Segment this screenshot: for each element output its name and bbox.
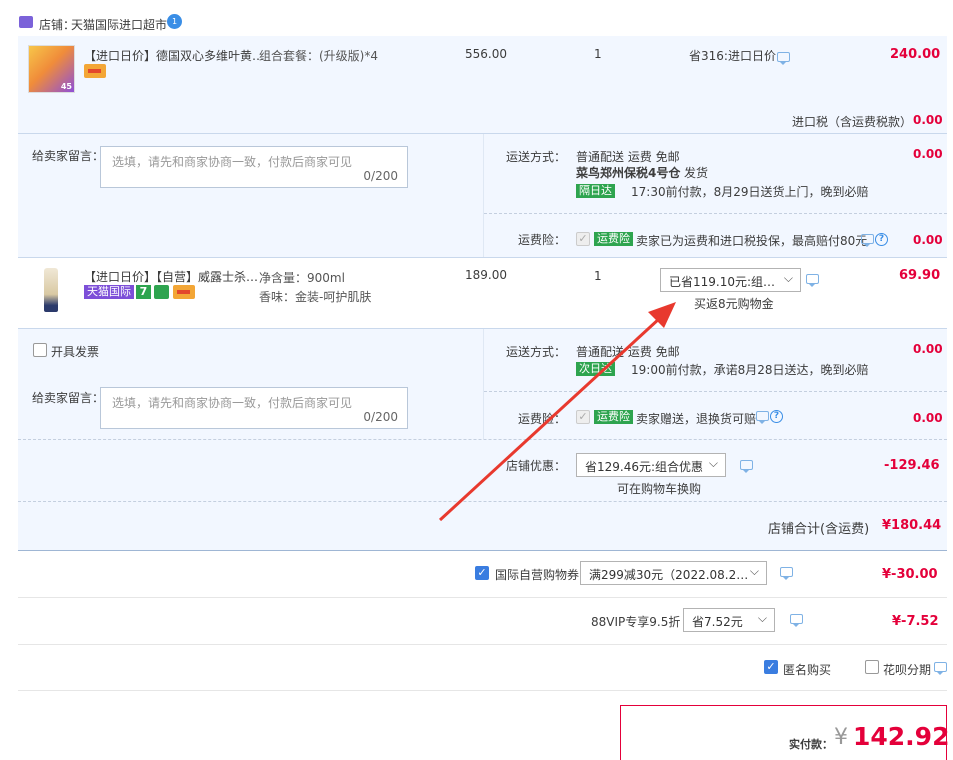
annotation-arrow [438, 302, 676, 522]
annotation-arrow-line [438, 316, 662, 522]
